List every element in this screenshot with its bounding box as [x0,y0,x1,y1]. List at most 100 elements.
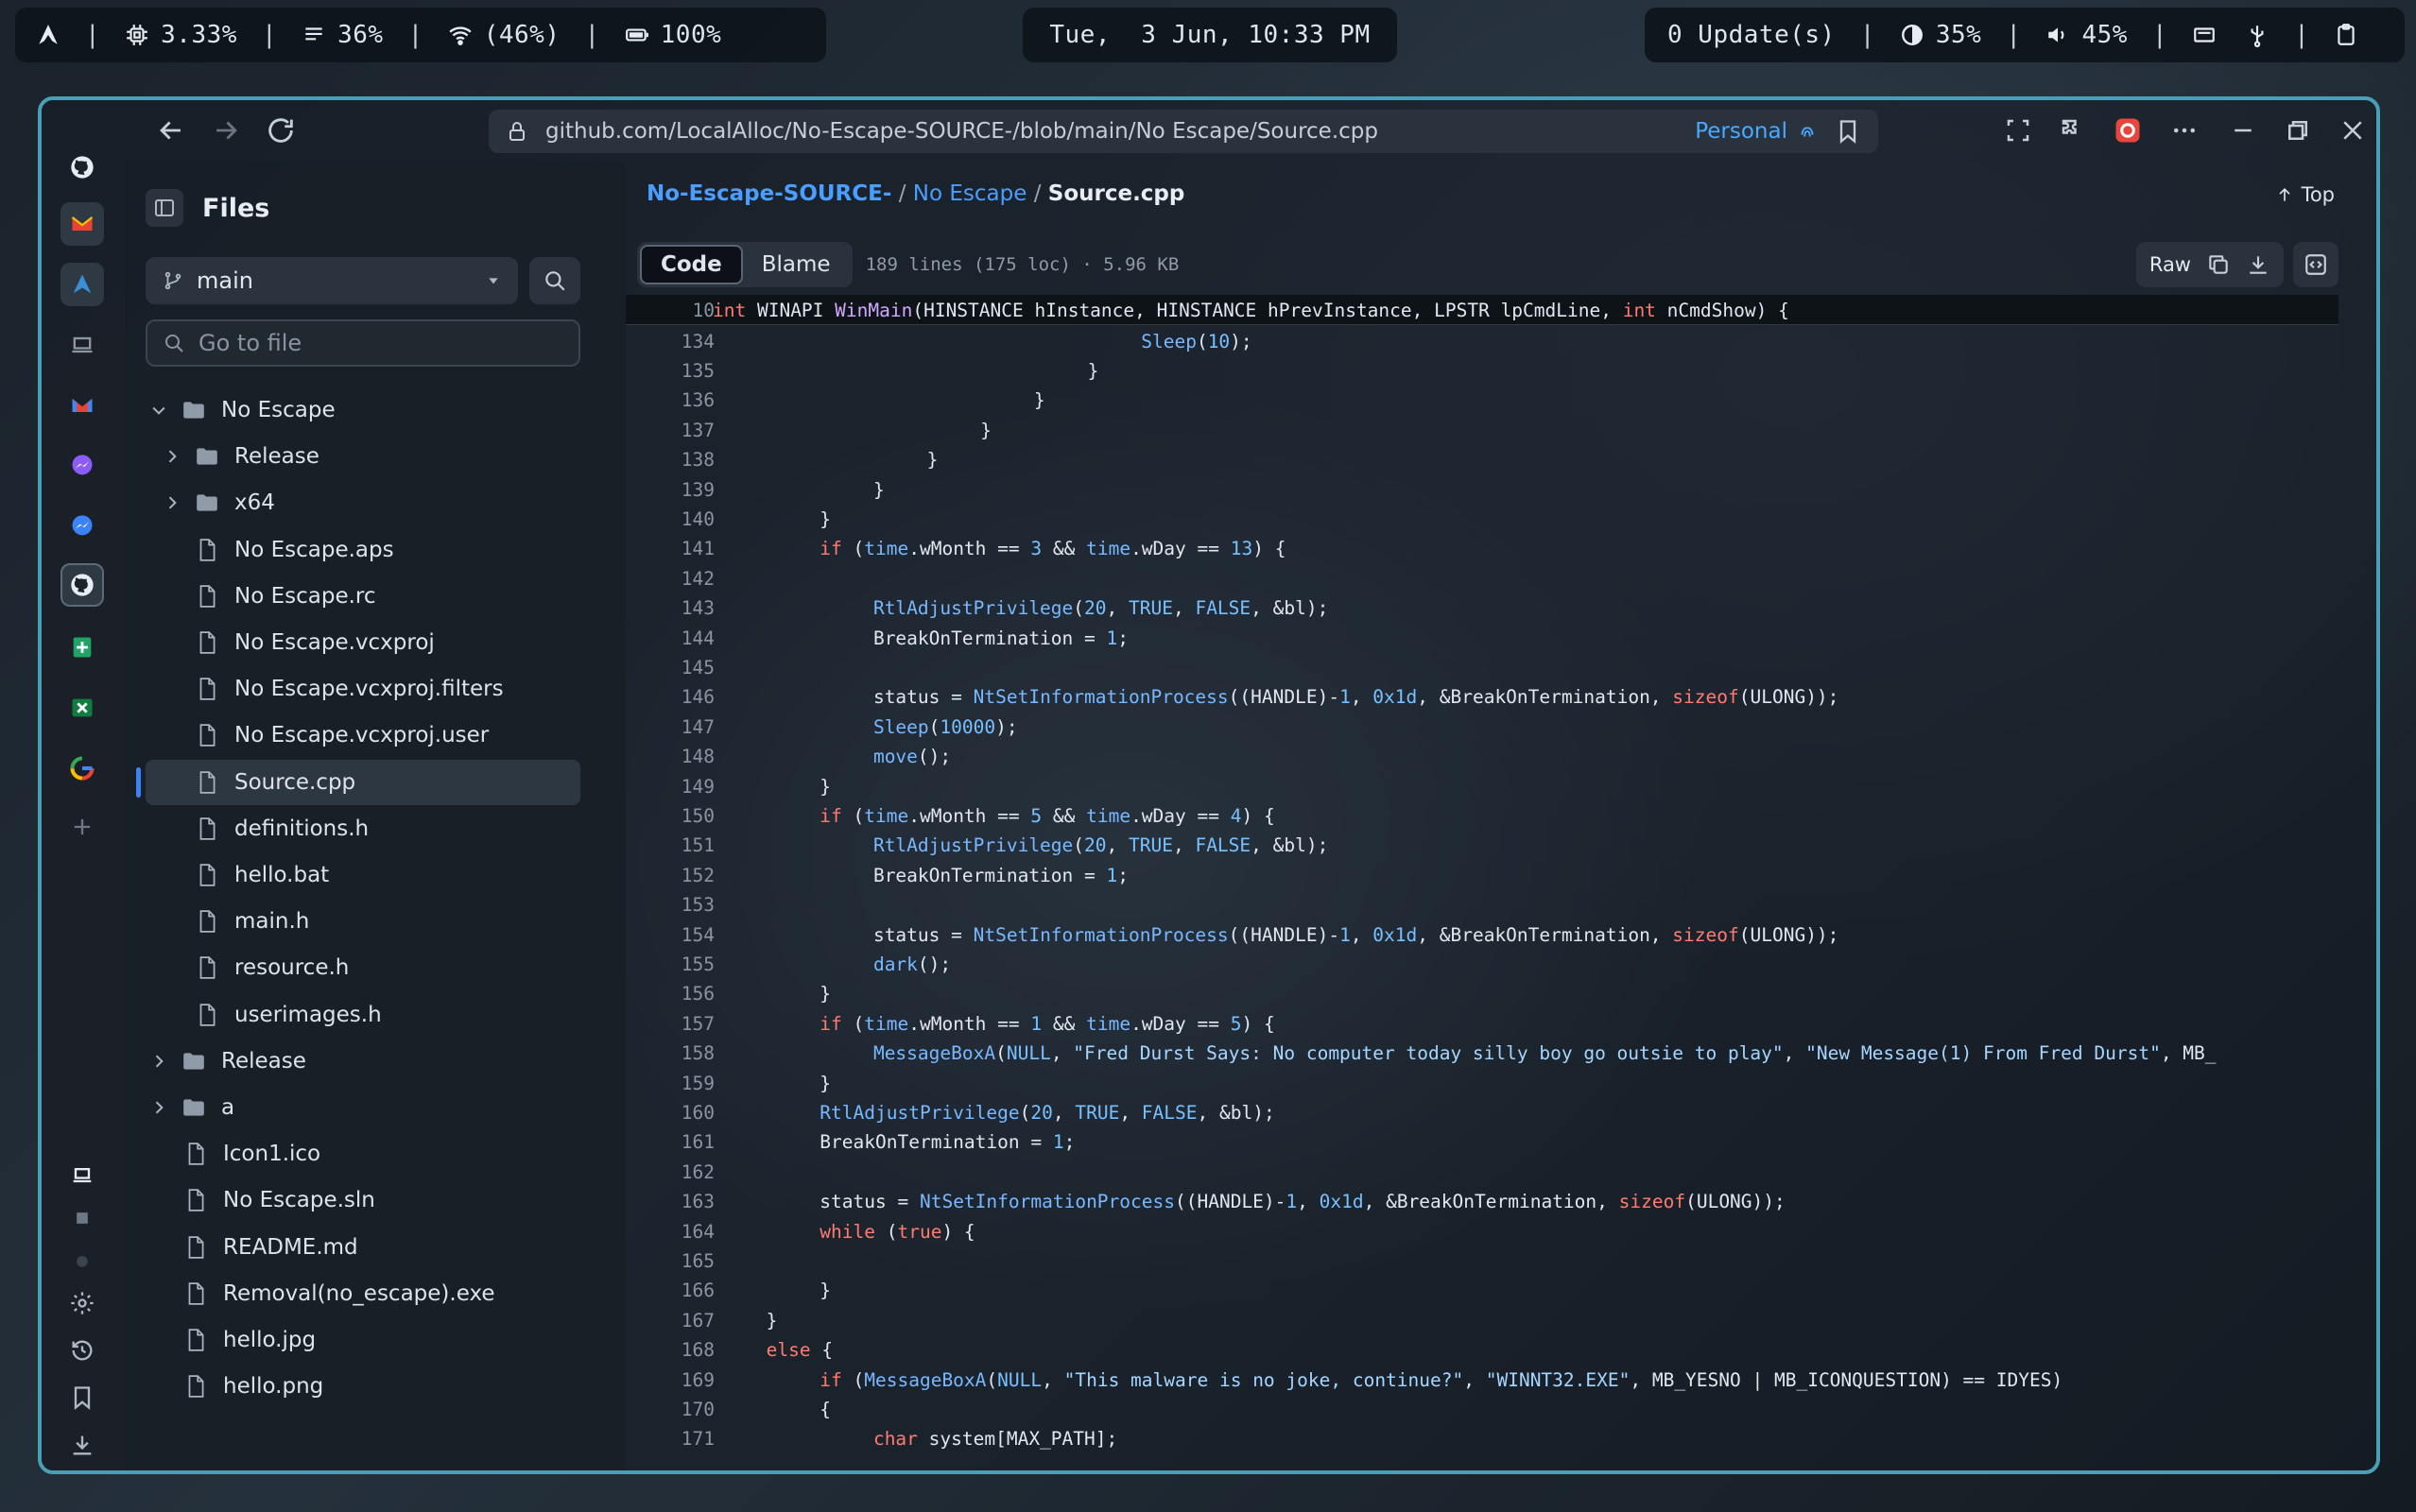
rail-laptop[interactable] [60,323,104,367]
rail-settings[interactable] [60,1281,104,1325]
tab-blame[interactable]: Blame [743,245,850,284]
arch-menu[interactable] [36,23,60,47]
chevron-down-icon[interactable] [149,401,168,420]
screenshot-icon[interactable] [2004,116,2032,145]
extensions-icon[interactable] [2059,116,2087,145]
display-icon[interactable] [2192,23,2217,47]
line-number: 144 [681,627,715,649]
tree-folder[interactable]: a [146,1085,580,1130]
address-bar[interactable]: github.com/LocalAlloc/No-Escape-SOURCE-/… [489,110,1878,153]
brightness-indicator[interactable]: 35% [1900,21,1981,49]
tree-file[interactable]: hello.bat [146,852,580,898]
minimize-icon[interactable] [2229,116,2257,145]
rail-add[interactable] [60,805,104,849]
rail-laptop-2[interactable] [60,1153,104,1196]
reload-icon[interactable] [265,114,297,146]
clock[interactable]: Tue, 3 Jun, 10:33 PM [1023,8,1397,62]
cpu-indicator[interactable]: 3.33% [125,21,237,49]
tree-file[interactable]: main.h [146,899,580,944]
chevron-right-icon[interactable] [149,1052,168,1071]
battery-indicator[interactable]: 100% [625,21,722,49]
code-line: 160 RtlAdjustPrivilege(20, TRUE, FALSE, &… [626,1097,2338,1127]
tree-file[interactable]: definitions.h [146,806,580,851]
branch-selector[interactable]: main [146,257,518,304]
lock-icon[interactable] [506,120,528,143]
tree-file[interactable]: Source.cpp [136,759,580,805]
search-files-button[interactable] [529,257,580,304]
raw-button[interactable]: Raw [2149,253,2191,276]
download-icon[interactable] [2246,252,2270,277]
tree-folder[interactable]: x64 [146,480,580,525]
tree-file[interactable]: No Escape.sln [146,1177,580,1223]
tree-file[interactable]: hello.png [146,1364,580,1409]
tree-file[interactable]: No Escape.vcxproj.user [146,713,580,758]
back-icon[interactable] [155,114,187,146]
profile-button[interactable]: Personal [1695,119,1818,144]
top-button[interactable]: Top [2275,183,2335,206]
updates-indicator[interactable]: 0 Update(s) [1667,21,1836,49]
line-code: if (time.wMonth == 1 && time.wDay == 5) … [820,1012,1275,1035]
tree-folder[interactable]: Release [146,1039,580,1084]
rail-gmail-2[interactable] [60,384,104,427]
rail-circle[interactable] [60,1240,104,1283]
tree-folder[interactable]: Release [146,434,580,479]
copy-icon[interactable] [2206,252,2231,277]
tree-file[interactable]: userimages.h [146,992,580,1038]
divider: | [2294,21,2310,49]
tree-file[interactable]: No Escape.vcxproj [146,620,580,665]
forward-icon[interactable] [210,114,242,146]
rail-history[interactable] [60,1329,104,1372]
clipboard-icon[interactable] [2334,23,2358,47]
rail-github-active[interactable] [60,563,104,607]
file-icon [183,1374,208,1399]
selected-indicator [136,766,141,798]
rail-stop[interactable] [60,1196,104,1240]
tree-file[interactable]: Icon1.ico [146,1131,580,1177]
wifi-value: (46%) [483,21,561,49]
rail-gmail[interactable] [60,202,104,246]
rail-messenger-2[interactable] [60,505,104,548]
chevron-right-icon[interactable] [163,493,181,512]
restore-icon[interactable] [2284,116,2312,145]
tab-code[interactable]: Code [640,245,743,284]
go-to-file-input[interactable]: Go to file [146,319,580,367]
usb-icon[interactable] [2245,23,2269,47]
rail-github[interactable] [60,146,104,189]
rail-google[interactable] [60,747,104,790]
bookmark-page-icon[interactable] [1835,118,1861,145]
file-icon [195,538,219,562]
chevron-right-icon[interactable] [163,447,181,466]
memory-indicator[interactable]: 36% [302,21,383,49]
folder-icon [195,490,219,515]
breadcrumb-folder-link[interactable]: No Escape [913,181,1027,206]
wifi-indicator[interactable]: (46%) [448,21,561,49]
tree-file[interactable]: Removal(no_escape).exe [146,1271,580,1316]
tree-file[interactable]: No Escape.aps [146,527,580,573]
rail-arch[interactable] [60,263,104,306]
breadcrumb-repo-link[interactable]: No-Escape-SOURCE- [647,181,891,206]
code-line: 145 [626,652,2338,682]
chevron-right-icon[interactable] [149,1098,168,1117]
rail-excel[interactable] [60,686,104,730]
tree-file[interactable]: No Escape.rc [146,574,580,619]
rail-bookmark[interactable] [60,1376,104,1419]
line-number: 168 [681,1339,715,1362]
rail-sheets[interactable] [60,626,104,669]
rail-download[interactable] [60,1423,104,1467]
tree-file[interactable]: No Escape.vcxproj.filters [146,666,580,712]
volume-indicator[interactable]: 45% [2045,21,2127,49]
file-icon [195,816,219,841]
line-number: 153 [681,894,715,917]
symbols-button[interactable] [2293,242,2338,287]
tree-file[interactable]: README.md [146,1225,580,1270]
tree-item-label: No Escape [221,398,336,422]
tree-file[interactable]: hello.jpg [146,1317,580,1363]
tree-folder[interactable]: No Escape [146,387,580,433]
rail-messenger[interactable] [60,444,104,488]
line-number: 141 [681,538,715,560]
close-icon[interactable] [2338,116,2367,145]
more-menu-icon[interactable] [2170,116,2199,145]
tree-file[interactable]: resource.h [146,945,580,990]
record-extension-icon[interactable] [2114,116,2142,145]
collapse-panel-icon[interactable] [146,189,183,227]
